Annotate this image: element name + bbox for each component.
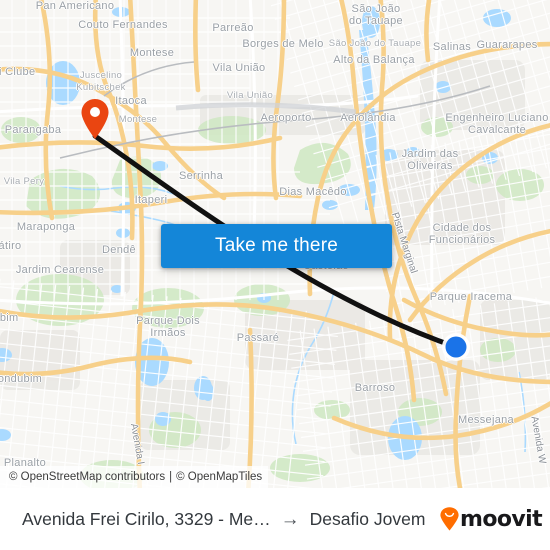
osm-attribution-link[interactable]: © OpenStreetMap contributors <box>9 471 165 483</box>
arrow-right-icon: → <box>280 508 300 530</box>
trip-origin-label: Avenida Frei Cirilo, 3329 - Me… <box>22 508 271 529</box>
take-me-there-button[interactable]: Take me there <box>161 224 392 268</box>
map-attribution: © OpenStreetMap contributors | © OpenMap… <box>0 466 269 488</box>
trip-destination-label: Desafio Jovem Do … <box>309 508 430 529</box>
moovit-logo[interactable]: moovit <box>440 506 543 532</box>
moovit-wordmark: moovit <box>460 506 543 532</box>
openmaptiles-attribution-link[interactable]: © OpenMapTiles <box>176 471 262 483</box>
moovit-pin-icon <box>440 507 459 531</box>
moovit-trip-map-screen: Pan Americano Couto Fernandes Parreão São J… <box>0 0 550 550</box>
origin-pin-icon[interactable] <box>80 98 110 140</box>
trip-summary[interactable]: Avenida Frei Cirilo, 3329 - Me… → Desafi… <box>22 509 430 530</box>
destination-dot-icon[interactable] <box>441 332 471 362</box>
trip-footer: Avenida Frei Cirilo, 3329 - Me… → Desafi… <box>0 488 550 550</box>
map-canvas[interactable]: Pan Americano Couto Fernandes Parreão São J… <box>0 0 550 488</box>
attribution-separator: | <box>169 471 173 483</box>
